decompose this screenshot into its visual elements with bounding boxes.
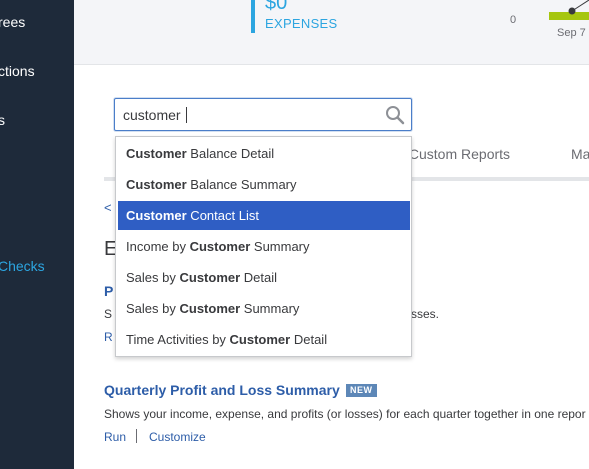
expenses-accent-bar [251,0,255,33]
text-caret [186,107,187,123]
summary-band: $0 EXPENSES 0 Sep 7 [74,0,589,65]
search-suggestions-dropdown: Customer Balance Detail Customer Balance… [115,136,412,357]
sidebar: rees ctions s Checks [0,0,74,469]
report-title[interactable]: Quarterly Profit and Loss Summary [104,382,340,398]
expenses-value: $0 [265,0,288,14]
tab-management-reports[interactable]: Ma [571,146,589,162]
sidebar-item-reports[interactable]: s [0,112,5,128]
new-badge: NEW [346,384,377,397]
suggestion-item[interactable]: Sales by Customer Summary [118,294,410,323]
run-link[interactable]: Run [104,430,126,444]
search-input[interactable] [123,105,373,125]
mini-chart-point [568,7,576,15]
suggestion-item[interactable]: Time Activities by Customer Detail [118,325,410,354]
chart-axis-zero: 0 [510,14,517,26]
tab-my-custom-reports[interactable]: y Custom Reports [398,146,510,162]
customize-link[interactable]: Customize [149,430,206,444]
sidebar-item-transactions[interactable]: ctions [0,63,35,79]
expenses-label: EXPENSES [265,16,338,31]
suggestion-item[interactable]: Sales by Customer Detail [118,263,410,292]
sidebar-item-checks[interactable]: Checks [0,258,45,274]
link-divider [136,429,137,443]
report-search-box [114,98,412,131]
suggestion-item-highlighted[interactable]: Customer Contact List [118,201,410,230]
report-title-partial[interactable]: P [104,283,113,299]
suggestion-item[interactable]: Customer Balance Detail [118,139,410,168]
mini-chart-bar [549,12,589,20]
suggestion-item[interactable]: Income by Customer Summary [118,232,410,261]
back-link[interactable]: < [104,200,112,215]
mini-chart [549,0,589,20]
report-description: Shows your income, expense, and profits … [104,407,586,421]
chart-axis-date: Sep 7 [557,27,586,39]
search-icon[interactable] [385,105,405,125]
report-desc-fragment: sses. [411,307,440,321]
run-link-partial[interactable]: R [104,330,113,344]
suggestion-item[interactable]: Customer Balance Summary [118,170,410,199]
report-desc-partial: S [104,307,113,321]
sidebar-item-employees[interactable]: rees [0,14,25,30]
